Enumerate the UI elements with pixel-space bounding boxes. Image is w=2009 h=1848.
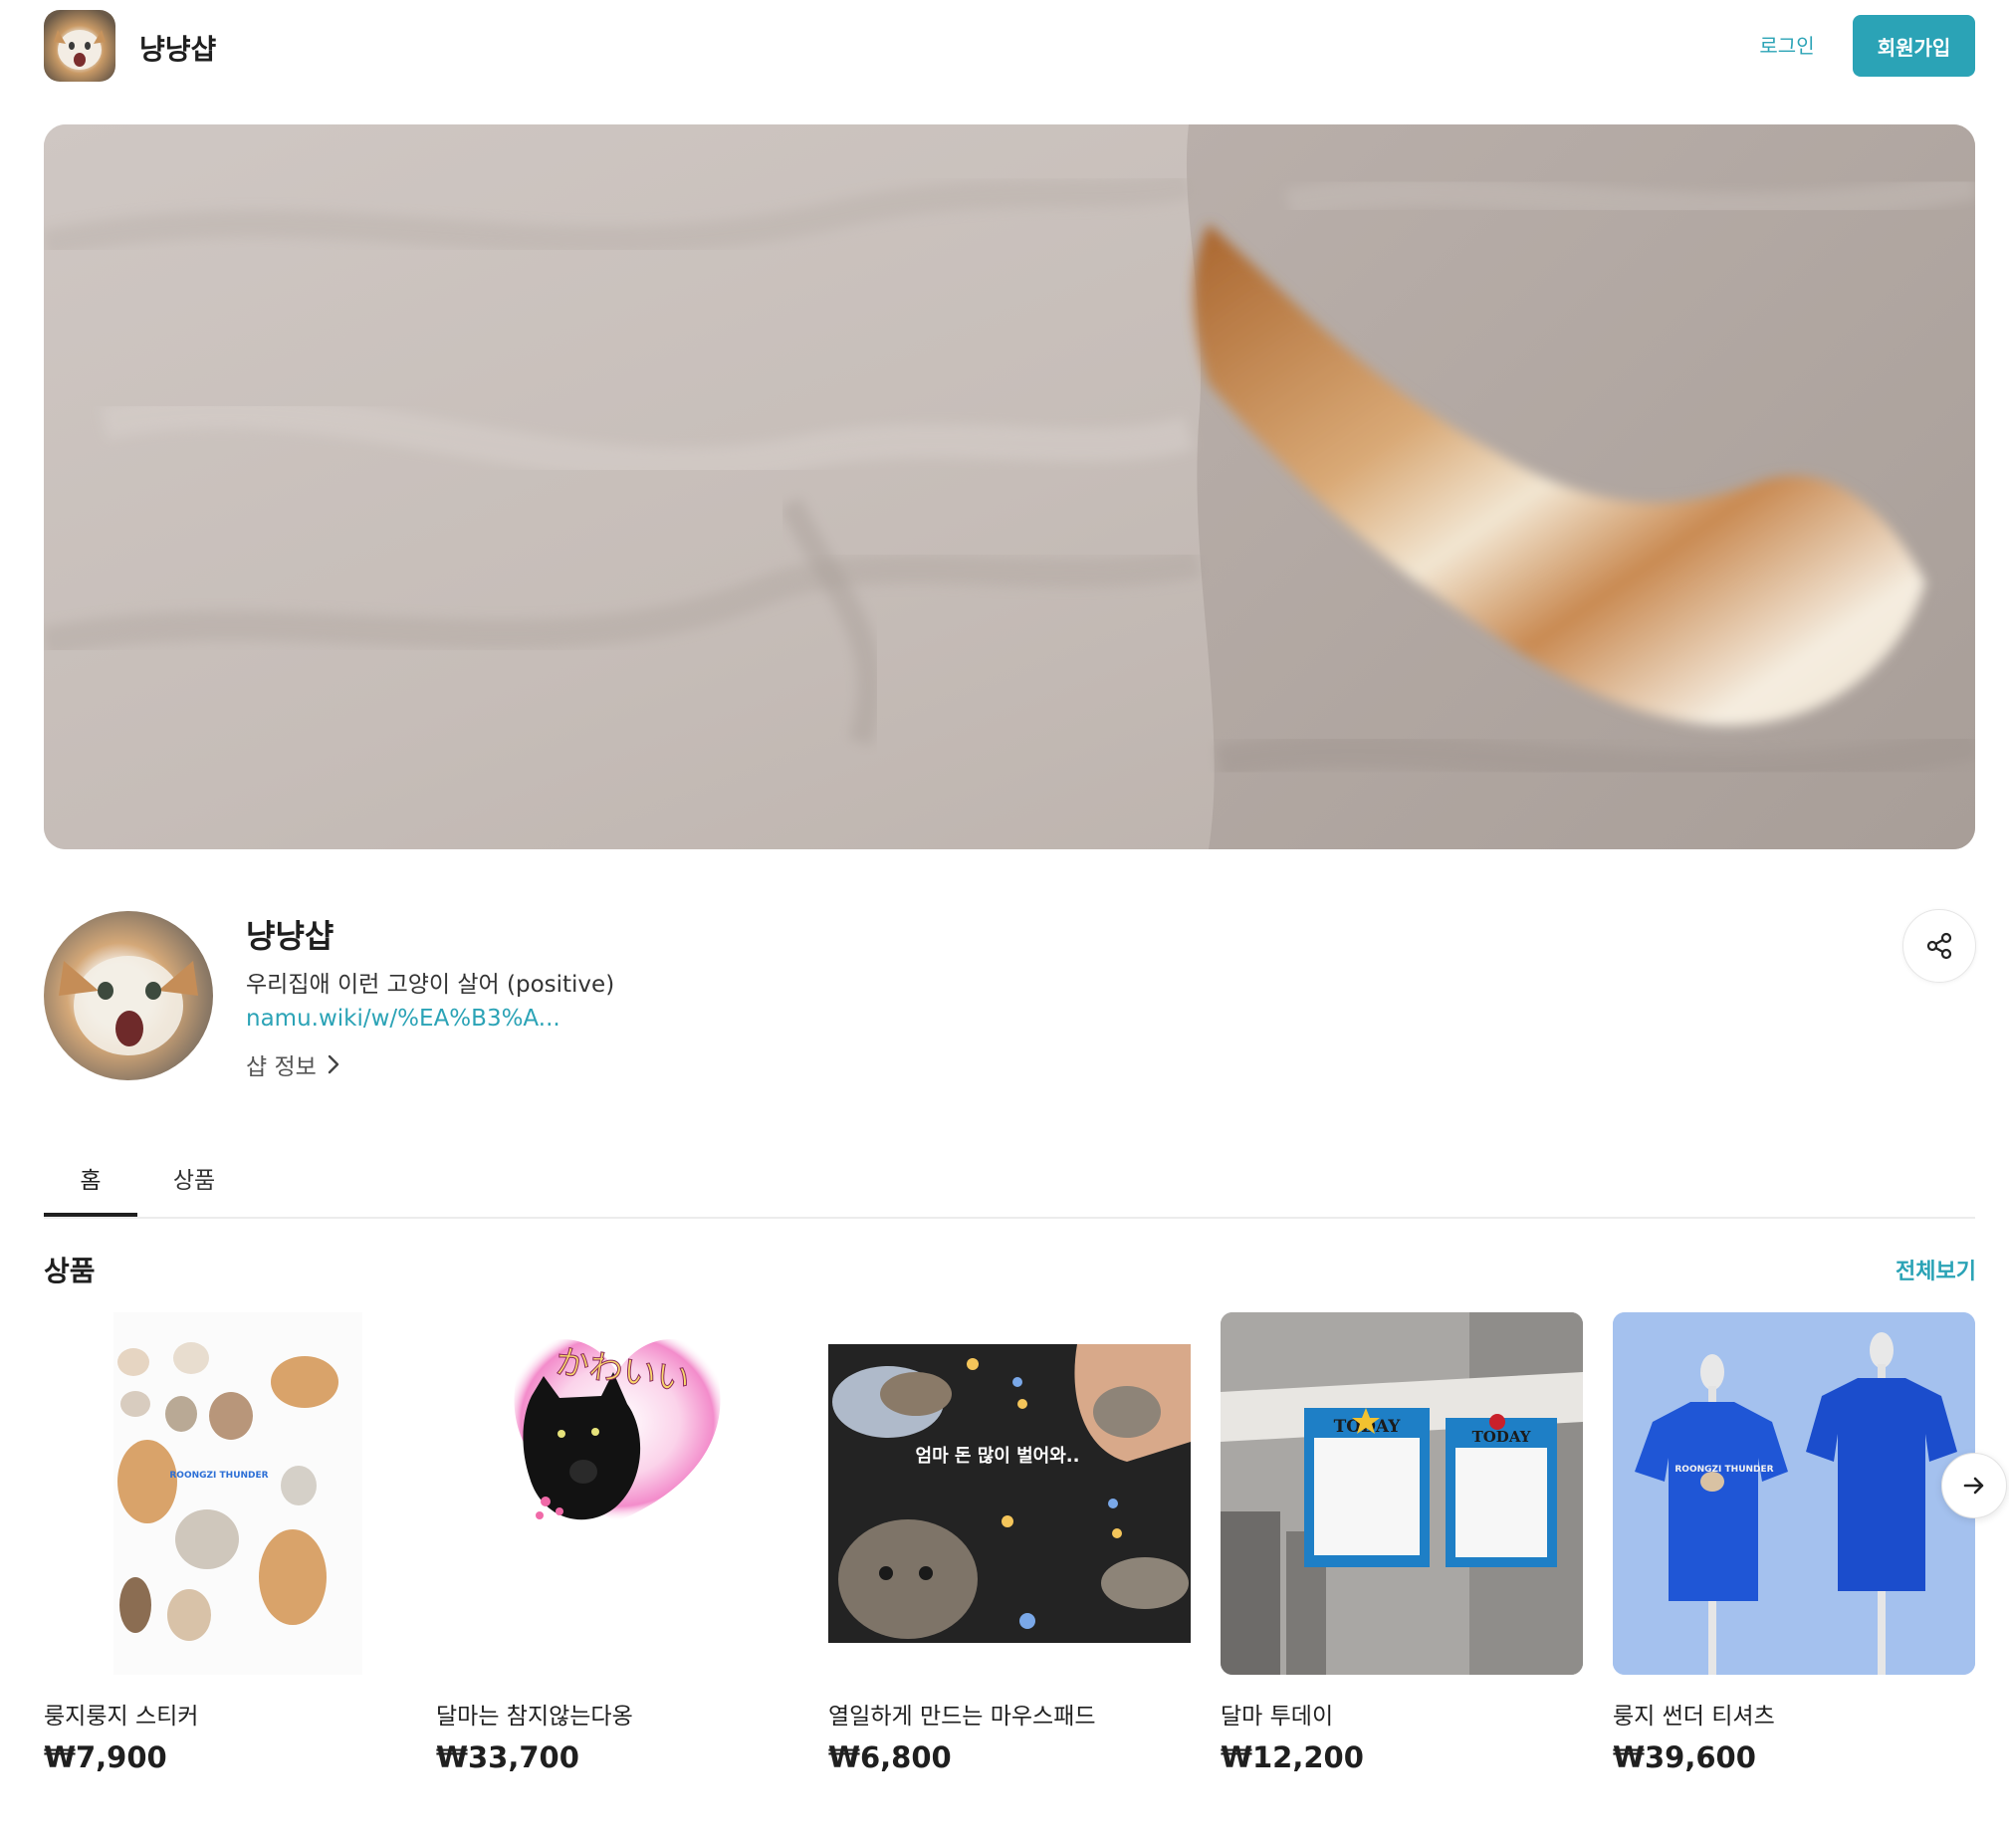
tab-bar: 홈 상품 xyxy=(44,1135,1975,1219)
share-icon xyxy=(1926,932,1952,960)
product-name: 룽지 썬더 티셔츠 xyxy=(1613,1704,1775,1730)
header: 냥냥샵 로그인 회원가입 xyxy=(0,0,2009,95)
mousepad-caption-text: 엄마 돈 많이 벌어와.. xyxy=(916,1446,1080,1467)
product-name: 열일하게 만드는 마우스패드 xyxy=(828,1704,1096,1730)
profile-shop-name: 냥냥샵 xyxy=(246,917,335,955)
shop-info-link[interactable]: 샵 정보 xyxy=(246,1047,340,1081)
product-price: ₩7,900 xyxy=(44,1740,167,1774)
product-image: ROONGZI THUNDER xyxy=(44,1312,406,1675)
tab-active-indicator xyxy=(44,1213,137,1217)
product-card[interactable]: ROONGZI THUNDER 룽지 썬더 티셔츠 ₩39,600 xyxy=(1613,1312,1975,1774)
profile-description: 우리집애 이런 고양이 살어 (positive) xyxy=(246,972,615,998)
shop-info-label: 샵 정보 xyxy=(246,1054,317,1080)
product-image: 엄마 돈 많이 벌어와.. xyxy=(828,1312,1191,1675)
product-image: かわいい xyxy=(436,1312,798,1675)
product-price: ₩33,700 xyxy=(436,1740,579,1774)
product-name: 달마 투데이 xyxy=(1221,1704,1334,1730)
profile-external-link[interactable]: namu.wiki/w/%EA%B3%A... xyxy=(246,1006,560,1032)
chevron-right-icon xyxy=(328,1054,338,1074)
signup-button[interactable]: 회원가입 xyxy=(1853,15,1975,77)
product-card[interactable]: かわいい 달마는 참지않는다옹 ₩33,700 xyxy=(436,1312,798,1774)
hero-banner-image xyxy=(44,124,1975,849)
products-section-title: 상품 xyxy=(44,1255,96,1287)
see-all-link[interactable]: 전체보기 xyxy=(1887,1254,1976,1285)
product-price: ₩6,800 xyxy=(828,1740,952,1774)
product-name: 룽지룽지 스티커 xyxy=(44,1704,199,1730)
product-price: ₩12,200 xyxy=(1221,1740,1364,1774)
product-name: 달마는 참지않는다옹 xyxy=(436,1704,633,1730)
shop-name[interactable]: 냥냥샵 xyxy=(139,28,216,68)
product-card[interactable]: 엄마 돈 많이 벌어와.. 열일하게 만드는 마우스패드 ₩6,800 xyxy=(828,1312,1191,1774)
login-link[interactable]: 로그인 xyxy=(1737,30,1837,59)
carousel-next-button[interactable] xyxy=(1941,1453,2007,1518)
today-text-2: TODAY xyxy=(1472,1428,1531,1446)
shop-logo-avatar[interactable] xyxy=(44,10,115,82)
arrow-right-icon xyxy=(1963,1477,1984,1495)
product-image: TODAY TODAY xyxy=(1221,1312,1583,1675)
product-price: ₩39,600 xyxy=(1613,1740,1756,1774)
tab-home[interactable]: 홈 xyxy=(44,1161,137,1195)
product-card[interactable]: ROONGZI THUNDER 룽지룽지 스티커 ₩7,900 xyxy=(44,1312,406,1774)
product-image: ROONGZI THUNDER xyxy=(1613,1312,1975,1675)
tab-products[interactable]: 상품 xyxy=(147,1161,241,1195)
tshirt-logo-text: ROONGZI THUNDER xyxy=(1674,1465,1773,1475)
share-button[interactable] xyxy=(1902,909,1976,983)
product-card[interactable]: TODAY TODAY 달마 투데이 ₩12,200 xyxy=(1221,1312,1583,1774)
sticker-logo-text: ROONGZI THUNDER xyxy=(169,1471,268,1481)
profile-avatar xyxy=(44,911,213,1080)
